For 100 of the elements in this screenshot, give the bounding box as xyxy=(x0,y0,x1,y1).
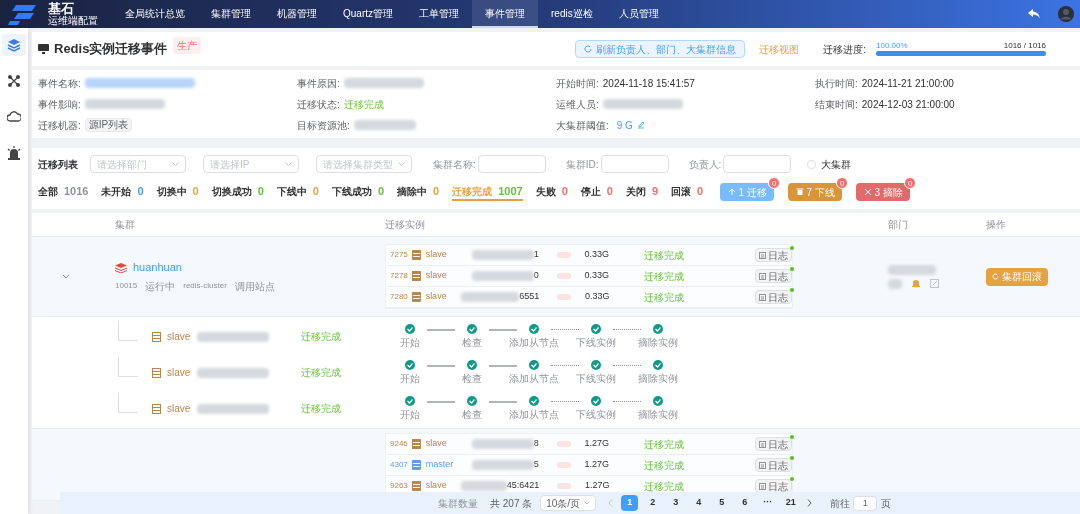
count-text: 0 xyxy=(606,183,613,199)
page-input[interactable]: 1 xyxy=(853,495,878,511)
blurred-text xyxy=(471,439,534,449)
step-label: 检查 xyxy=(462,335,482,350)
blurred-text xyxy=(197,403,269,414)
port-number: 7278 xyxy=(390,270,409,282)
tag: 源IP列表 xyxy=(84,118,133,132)
chevron-down-icon xyxy=(584,501,591,505)
bell-icon[interactable] xyxy=(912,279,920,288)
tree-line xyxy=(118,356,138,377)
nav-tab[interactable]: 全局统计总览 xyxy=(112,0,198,28)
port-number: 7280 xyxy=(390,291,409,303)
status-tab[interactable]: 下线成功 0 xyxy=(332,183,385,201)
step-label: 下线实例 xyxy=(576,335,616,350)
page-button[interactable]: 21 xyxy=(782,495,800,511)
chevron-down-icon xyxy=(172,162,179,166)
size-text: 0.33G xyxy=(585,290,611,304)
field-label: 目标资源池: xyxy=(297,118,350,133)
page-size-select[interactable]: 10条/页 xyxy=(540,495,597,511)
count-text: 9 xyxy=(651,183,659,199)
status-tab[interactable]: 切换中 0 xyxy=(156,183,199,201)
role-text: master xyxy=(425,458,455,472)
nav-tab[interactable]: 工单管理 xyxy=(406,0,472,28)
field-label: 迁移机器: xyxy=(38,118,81,133)
refresh-icon xyxy=(992,273,999,280)
chevron-right-icon[interactable] xyxy=(807,499,813,507)
log-button[interactable]: 日志 xyxy=(755,437,792,451)
status-tab[interactable]: 回滚 0 xyxy=(671,183,704,201)
field-value: 2024-12-03 21:00:00 xyxy=(861,97,955,112)
port-number: 4307 xyxy=(390,459,409,471)
log-button[interactable]: 日志 xyxy=(755,269,792,283)
field-value: 9 G xyxy=(616,118,633,133)
field-label: 集群ID: xyxy=(565,157,599,172)
input-field[interactable] xyxy=(723,155,792,173)
status-tab[interactable]: 关闭 9 xyxy=(625,183,659,201)
size-text: 0.33G xyxy=(584,248,611,262)
field-label: 迁移状态: xyxy=(297,97,340,112)
nav-tab[interactable]: Quartz管理 xyxy=(330,0,406,28)
count-text: 1007 xyxy=(498,183,523,199)
blurred-text xyxy=(888,278,902,289)
field-label: 负责人: xyxy=(688,157,722,172)
ip-tail: 8 xyxy=(533,437,539,451)
page-button[interactable]: ··· xyxy=(759,495,777,511)
nav-tab[interactable]: 人员管理 xyxy=(605,0,672,28)
tag xyxy=(556,441,571,447)
field-label: 大集群阈值: xyxy=(556,118,609,133)
page-button[interactable]: 3 xyxy=(667,495,685,511)
step-label: 检查 xyxy=(462,371,482,386)
blurred-text xyxy=(888,264,936,275)
page-button[interactable]: 5 xyxy=(713,495,731,511)
page-button[interactable]: 4 xyxy=(690,495,708,511)
size-text: 1.27G xyxy=(584,458,611,472)
step-label: 摘除实例 xyxy=(638,371,678,386)
log-button[interactable]: 日志 xyxy=(755,248,792,262)
back-icon[interactable] xyxy=(1028,9,1040,19)
checkbox[interactable] xyxy=(807,159,817,169)
column-header: 操作 xyxy=(985,218,1007,232)
chevron-left-icon[interactable] xyxy=(608,499,614,507)
status-tab[interactable]: 切换成功 0 xyxy=(211,183,264,201)
chevron-down-icon[interactable] xyxy=(62,273,70,280)
monitor-icon xyxy=(38,44,49,54)
status-text: 迁移完成 xyxy=(644,458,685,473)
status-tab[interactable]: 下线中 0 xyxy=(276,183,319,201)
nav-tab[interactable]: 集群管理 xyxy=(198,0,264,28)
server-icon xyxy=(152,331,161,342)
log-button[interactable]: 日志 xyxy=(755,479,792,493)
input-field[interactable] xyxy=(477,155,546,173)
port-number: 7275 xyxy=(390,249,409,261)
count-text: 0 xyxy=(312,183,319,199)
status-tab[interactable]: 未开始 0 xyxy=(101,183,144,201)
status-tab[interactable]: 失败 0 xyxy=(535,183,568,201)
status-tab[interactable]: 全部 1016 xyxy=(38,183,89,201)
nav-tab[interactable]: 事件管理 xyxy=(472,0,538,28)
server-icon xyxy=(152,367,161,378)
step-label: 下线实例 xyxy=(576,407,616,422)
log-button[interactable]: 日志 xyxy=(755,290,792,304)
nav-tab[interactable]: 机器管理 xyxy=(264,0,330,28)
page-button[interactable]: 2 xyxy=(644,495,662,511)
port-number: 9263 xyxy=(390,480,409,492)
status-tab[interactable]: 停止 0 xyxy=(580,183,613,201)
status-tab[interactable]: 摘除中 0 xyxy=(397,183,440,201)
edit-icon[interactable] xyxy=(636,121,645,129)
arrow-up-icon xyxy=(727,188,736,196)
status-text: 迁移完成 xyxy=(301,402,342,416)
column-header: 部门 xyxy=(887,218,909,232)
section-title: 迁移列表 xyxy=(38,157,78,172)
nav-tab[interactable]: redis巡检 xyxy=(538,0,606,28)
count-text: 0 xyxy=(433,183,440,199)
input-field[interactable] xyxy=(600,155,669,173)
count-text: 0 xyxy=(697,183,704,199)
log-button[interactable]: 日志 xyxy=(755,458,792,472)
total-count: 共 207 条 xyxy=(490,496,533,511)
page-button[interactable]: 6 xyxy=(736,495,754,511)
port-number: 9246 xyxy=(390,438,409,450)
avatar-icon[interactable] xyxy=(1058,6,1074,22)
chevron-down-icon xyxy=(398,162,405,166)
field-label: 集群名称: xyxy=(433,157,476,172)
count-text: 0 xyxy=(192,183,199,199)
trash-icon xyxy=(795,188,804,196)
edit-icon[interactable] xyxy=(930,279,939,288)
